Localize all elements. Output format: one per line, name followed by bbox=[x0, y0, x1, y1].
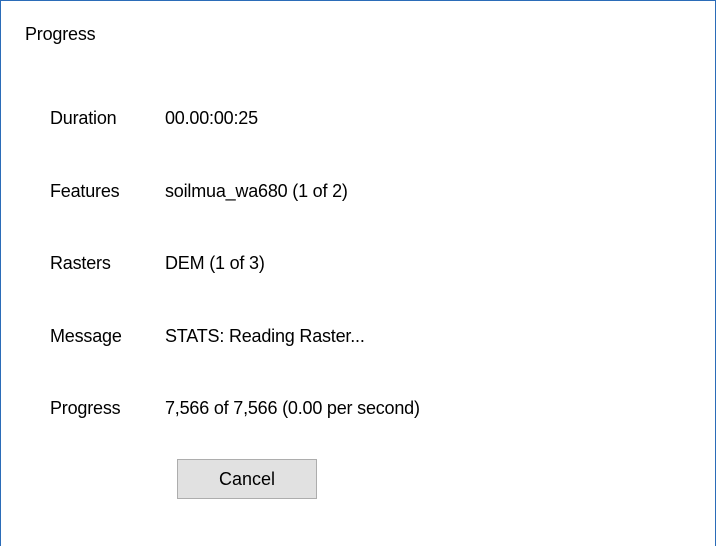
rasters-row: Rasters DEM (1 of 3) bbox=[1, 250, 701, 276]
duration-label: Duration bbox=[50, 108, 117, 128]
message-value: STATS: Reading Raster... bbox=[165, 326, 365, 346]
features-label: Features bbox=[50, 181, 120, 201]
duration-row: Duration 00.00:00:25 bbox=[1, 105, 701, 131]
progress-row: Progress 7,566 of 7,566 (0.00 per second… bbox=[1, 395, 701, 421]
progress-value: 7,566 of 7,566 (0.00 per second) bbox=[165, 398, 420, 418]
message-label: Message bbox=[50, 326, 122, 346]
features-row: Features soilmua_wa680 (1 of 2) bbox=[1, 178, 701, 204]
cancel-button[interactable]: Cancel bbox=[177, 459, 317, 499]
progress-label: Progress bbox=[50, 398, 121, 418]
features-value: soilmua_wa680 (1 of 2) bbox=[165, 181, 348, 201]
duration-value: 00.00:00:25 bbox=[165, 108, 258, 128]
rasters-label: Rasters bbox=[50, 253, 111, 273]
rasters-value: DEM (1 of 3) bbox=[165, 253, 265, 273]
message-row: Message STATS: Reading Raster... bbox=[1, 323, 701, 349]
dialog-title: Progress bbox=[25, 24, 96, 44]
progress-dialog: Progress Duration 00.00:00:25 Features s… bbox=[0, 0, 716, 546]
